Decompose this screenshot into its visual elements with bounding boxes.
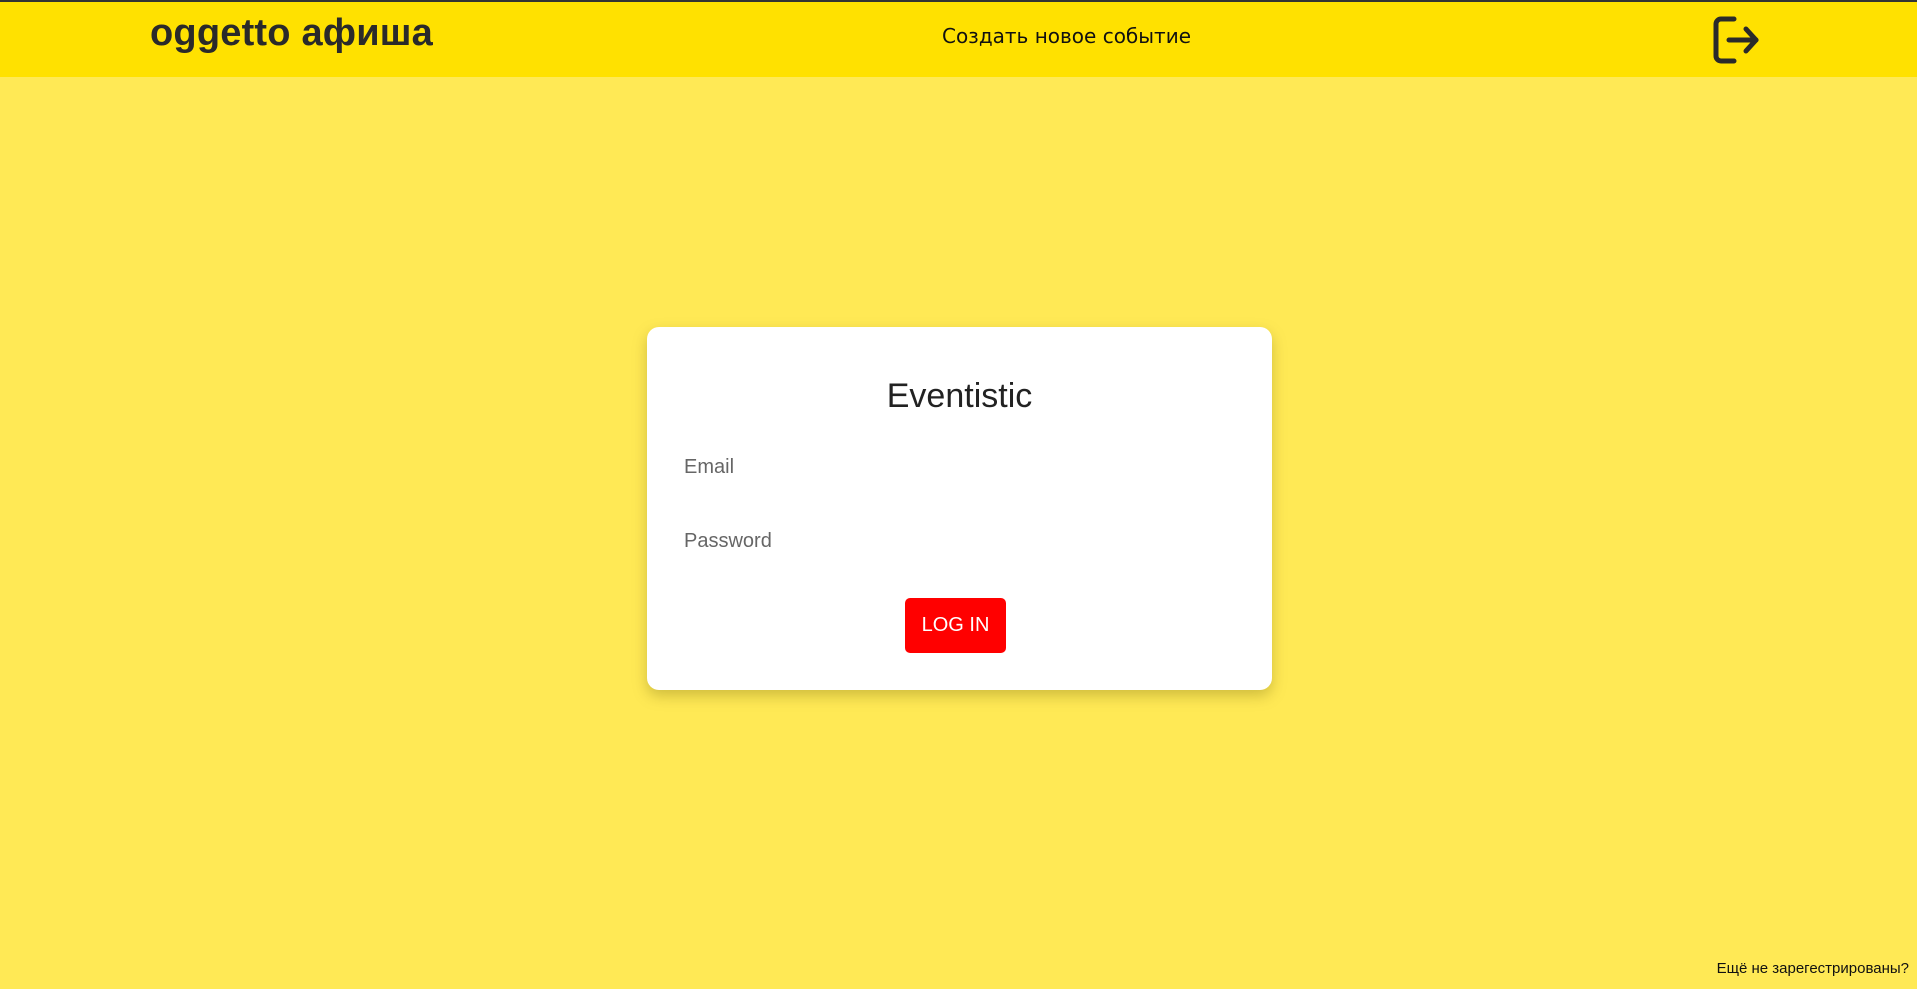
login-button[interactable]: LOG IN [905, 598, 1006, 653]
top-header: oggetto афиша Создать новое событие [0, 2, 1917, 77]
create-event-link[interactable]: Создать новое событие [942, 24, 1191, 48]
email-field[interactable] [684, 449, 1234, 485]
register-link[interactable]: Ещё не зарегестрированы? [1717, 960, 1909, 977]
site-logo[interactable]: oggetto афиша [150, 12, 433, 55]
logout-button[interactable] [1712, 14, 1762, 66]
logout-icon [1713, 16, 1759, 64]
login-card: Eventistic LOG IN [647, 327, 1272, 690]
card-title: Eventistic [886, 377, 1033, 415]
password-field[interactable] [684, 523, 1234, 559]
